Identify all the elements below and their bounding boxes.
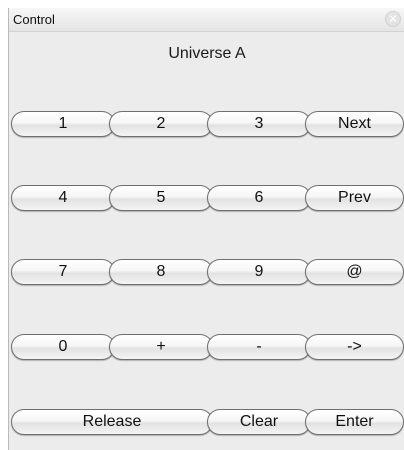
universe-label: Universe A: [168, 45, 246, 62]
key-7-button[interactable]: 7: [11, 259, 115, 285]
close-icon[interactable]: ✕: [385, 11, 401, 27]
window-title: Control: [13, 12, 55, 27]
control-window: Control ✕ Universe A 1 2 3 Next 4 5 6 Pr…: [8, 8, 404, 450]
next-button[interactable]: Next: [305, 111, 404, 137]
key-9-button[interactable]: 9: [207, 259, 311, 285]
minus-button[interactable]: -: [207, 334, 311, 360]
prev-button[interactable]: Prev: [305, 185, 404, 211]
key-2-button[interactable]: 2: [109, 111, 213, 137]
at-button[interactable]: @: [305, 259, 404, 285]
clear-button[interactable]: Clear: [207, 409, 311, 435]
title-bar[interactable]: Control ✕: [9, 8, 404, 32]
release-button[interactable]: Release: [11, 409, 213, 435]
arrow-button[interactable]: ->: [305, 334, 404, 360]
key-8-button[interactable]: 8: [109, 259, 213, 285]
key-5-button[interactable]: 5: [109, 185, 213, 211]
enter-button[interactable]: Enter: [305, 409, 404, 435]
key-6-button[interactable]: 6: [207, 185, 311, 211]
key-0-button[interactable]: 0: [11, 334, 115, 360]
key-3-button[interactable]: 3: [207, 111, 311, 137]
plus-button[interactable]: +: [109, 334, 213, 360]
key-1-button[interactable]: 1: [11, 111, 115, 137]
key-4-button[interactable]: 4: [11, 185, 115, 211]
